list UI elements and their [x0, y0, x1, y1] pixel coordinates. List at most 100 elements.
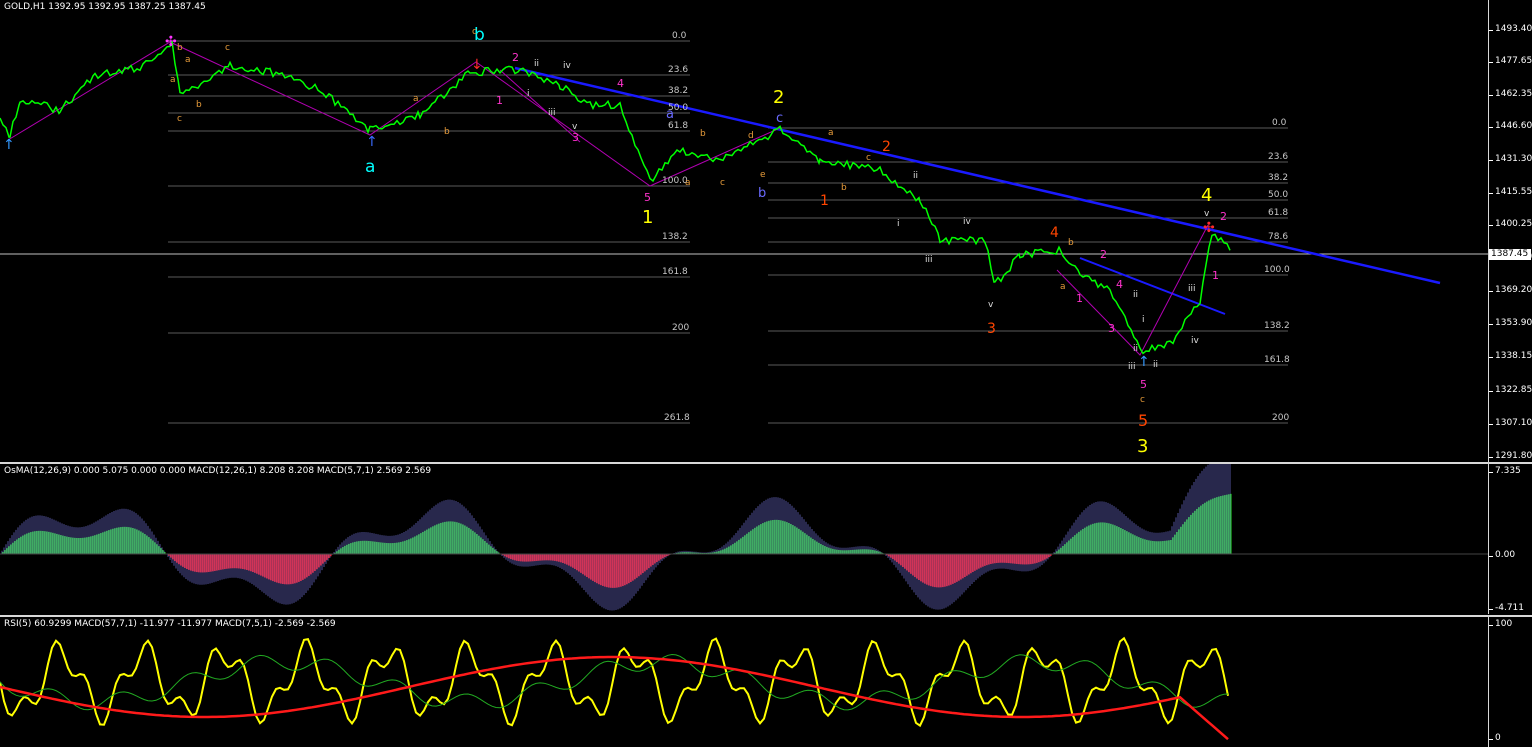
- svg-text:b: b: [700, 129, 706, 139]
- svg-text:ii: ii: [534, 59, 539, 69]
- svg-text:iii: iii: [925, 255, 933, 265]
- svg-text:i: i: [527, 89, 530, 99]
- svg-text:161.8: 161.8: [1264, 355, 1290, 365]
- wave-label: a: [666, 107, 674, 122]
- osma-pane[interactable]: OsMA(12,26,9) 0.000 5.075 0.000 0.000 MA…: [0, 464, 1488, 614]
- svg-text:↑: ↑: [3, 137, 15, 153]
- svg-text:ii: ii: [1153, 360, 1158, 370]
- svg-text:2: 2: [1100, 248, 1107, 261]
- svg-text:c: c: [177, 114, 182, 124]
- svg-text:4: 4: [1116, 278, 1123, 291]
- svg-text:iv: iv: [1191, 336, 1200, 346]
- wave-label: 2: [882, 139, 891, 155]
- price-chart-svg: 0.0 23.6 38.2 50.0 61.8 100.0 138.2 161.…: [0, 25, 1488, 457]
- svg-text:61.8: 61.8: [668, 121, 688, 131]
- osma-indicator: [0, 464, 1488, 611]
- svg-text:5: 5: [644, 191, 651, 204]
- svg-text:1: 1: [1212, 269, 1219, 282]
- svg-text:61.8: 61.8: [1268, 208, 1288, 218]
- price-axis-label: 1415.55: [1488, 187, 1532, 197]
- svg-text:ii: ii: [913, 171, 918, 181]
- svg-text:100.0: 100.0: [1264, 265, 1290, 275]
- svg-text:i: i: [897, 219, 900, 229]
- wave-label: 2: [773, 87, 784, 108]
- fib-label-0: 0.0: [672, 31, 687, 41]
- price-axis-label: 1338.15: [1488, 351, 1532, 361]
- svg-text:23.6: 23.6: [668, 65, 688, 75]
- rsi-header: RSI(5) 60.9299 MACD(57,7,1) -11.977 -11.…: [4, 619, 336, 629]
- wave-label: 1: [642, 207, 653, 228]
- wave-label: 3: [1137, 436, 1148, 457]
- svg-text:c: c: [866, 153, 871, 163]
- svg-text:200: 200: [1272, 413, 1289, 423]
- svg-text:iv: iv: [963, 217, 972, 227]
- rsi-indicator: [0, 636, 1229, 741]
- trendline: [514, 66, 1441, 285]
- svg-text:a: a: [685, 178, 691, 188]
- wave-label: 4: [1201, 185, 1212, 206]
- price-axis-label: 1400.25: [1488, 219, 1532, 229]
- rsi-line: [0, 636, 1229, 728]
- wave-label: c: [776, 111, 783, 126]
- svg-text:✣: ✣: [1203, 220, 1215, 236]
- price-series: [0, 40, 1231, 355]
- price-axis-label: 1431.30: [1488, 154, 1532, 164]
- svg-text:↓: ↓: [471, 57, 483, 73]
- svg-text:a: a: [1060, 282, 1066, 292]
- wave-label: 3: [987, 321, 996, 337]
- svg-text:2: 2: [512, 51, 519, 64]
- svg-text:138.2: 138.2: [662, 232, 688, 242]
- wave-label: b: [758, 186, 766, 201]
- svg-text:ii: ii: [1133, 344, 1138, 354]
- svg-text:iii: iii: [548, 108, 556, 118]
- price-axis: 1493.40 1477.65 1462.35 1446.60 1431.30 1415.…: [1488, 0, 1532, 462]
- svg-text:3: 3: [1108, 322, 1115, 335]
- svg-text:v: v: [572, 122, 578, 132]
- osma-header: OsMA(12,26,9) 0.000 5.075 0.000 0.000 MA…: [4, 466, 432, 476]
- price-axis-label: 1493.40: [1488, 24, 1532, 34]
- rsi-axis: 100 0: [1488, 617, 1532, 747]
- svg-text:ii: ii: [1133, 290, 1138, 300]
- svg-text:b: b: [1068, 238, 1074, 248]
- price-axis-label: 1322.85: [1488, 385, 1532, 395]
- rsi-pane[interactable]: RSI(5) 60.9299 MACD(57,7,1) -11.977 -11.…: [0, 617, 1488, 747]
- svg-text:78.6: 78.6: [1268, 232, 1288, 242]
- price-chart-pane[interactable]: 0.0 23.6 38.2 50.0 61.8 100.0 138.2 161.…: [0, 0, 1488, 462]
- svg-text:b: b: [177, 43, 183, 53]
- wave-label: 1: [820, 193, 829, 209]
- svg-text:4: 4: [617, 77, 624, 90]
- svg-text:261.8: 261.8: [664, 413, 690, 423]
- svg-text:a: a: [185, 55, 191, 65]
- price-axis-label: 1353.90: [1488, 318, 1532, 328]
- svg-text:1: 1: [1076, 292, 1083, 305]
- svg-text:a: a: [170, 75, 176, 85]
- svg-text:d: d: [748, 131, 754, 141]
- current-price-flag: 1387.45: [1489, 249, 1531, 260]
- svg-text:b: b: [841, 183, 847, 193]
- svg-text:0.0: 0.0: [1272, 118, 1287, 128]
- macd-fast-line: [0, 655, 1229, 741]
- svg-text:38.2: 38.2: [668, 86, 688, 96]
- svg-text:↑: ↑: [1138, 354, 1150, 370]
- svg-text:iv: iv: [563, 61, 572, 71]
- svg-text:iii: iii: [1128, 362, 1136, 372]
- svg-text:b: b: [196, 100, 202, 110]
- svg-text:50.0: 50.0: [1268, 190, 1288, 200]
- svg-text:c: c: [225, 43, 230, 53]
- svg-text:5: 5: [1140, 378, 1147, 391]
- svg-text:c: c: [720, 178, 725, 188]
- svg-text:c: c: [472, 27, 477, 37]
- svg-text:b: b: [444, 127, 450, 137]
- wave-label: 5: [1138, 411, 1148, 430]
- svg-text:1: 1: [496, 94, 503, 107]
- price-axis-label: 1462.35: [1488, 89, 1532, 99]
- price-axis-label: 1369.20: [1488, 285, 1532, 295]
- price-axis-label: 1446.60: [1488, 121, 1532, 131]
- svg-text:23.6: 23.6: [1268, 152, 1288, 162]
- osma-axis: 7.335 0.00 -4.711: [1488, 464, 1532, 614]
- svg-text:a: a: [828, 128, 834, 138]
- svg-text:138.2: 138.2: [1264, 321, 1290, 331]
- svg-text:a: a: [413, 94, 419, 104]
- wave-label: a: [365, 157, 375, 177]
- svg-text:161.8: 161.8: [662, 267, 688, 277]
